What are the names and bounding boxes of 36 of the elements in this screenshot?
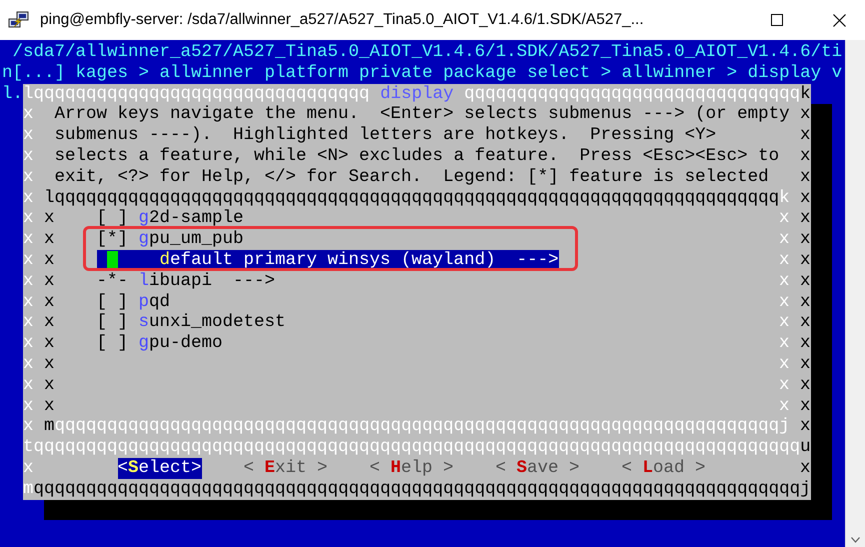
window-title: ping@embfly-server: /sda7/allwinner_a527/A527_Tina5.0_AIOT_V1.4.6/1.SDK/A527_... <box>40 11 645 29</box>
breadcrumb-line: n[...] kages > allwinner platform private package select > allwinner > display v <box>2 62 842 84</box>
box-border: xxxxxxxxxx <box>779 208 790 416</box>
box-border: qqqqqqqqqqqqqqqqqqqqqqqqqqqqqqqq <box>464 84 800 104</box>
box-border: m <box>23 478 34 500</box>
menu-item[interactable]: [ ] g2d-sample <box>96 208 244 230</box>
dialog-button[interactable]: < Help > <box>370 458 454 479</box>
box-border: u <box>800 437 811 458</box>
menu-item[interactable]: [ ] sunxi_modetest <box>96 312 286 334</box>
box-border: tqqqqqqqqqqqqqqqqqqqqqqqqqqqqqqqqqqqqqqqqqqqqqqqqqqqqqqqqqqqqqqqqqqqqqqqqq <box>23 437 800 458</box>
box-border: k <box>779 188 790 208</box>
box-border: k <box>800 84 811 104</box>
box-border: qqqqqqqqqqqqqqqqqqqqqqqqqqqqqqqqqqqqqqqqqqqqqqqqqqqqqqqqqqqqqqqqqqqqqj <box>54 416 790 438</box>
dialog-title: display <box>380 84 454 104</box>
dialog-button[interactable]: < Exit > <box>244 458 328 479</box>
path-line: /sda7/allwinner_a527/A527_Tina5.0_AIOT_V1.4.6/1.SDK/A527_Tina5.0_AIOT_V1.4.6/ti <box>12 42 842 63</box>
dialog-button[interactable]: < Load > <box>622 458 706 479</box>
box-border: qqqqqqqqqqqqqqqqqqqqqqqqqqqqqqqqqqqqqqqqqqqqqqqqqqqqqqqqqqqqqqqqqqqqqqqqqj <box>34 478 811 500</box>
dialog-button[interactable]: <Select> <box>118 458 202 479</box>
box-border: x <box>800 458 810 479</box>
box-border: x <box>23 458 34 479</box>
box-border: m <box>44 416 55 438</box>
scrollbar[interactable] <box>845 40 865 547</box>
scroll-down-icon[interactable] <box>851 537 860 543</box>
dialog-button[interactable]: < Save > <box>496 458 580 479</box>
box-border: lqqqqqqqqqqqqqqqqqqqqqqqqqqqqqqqqqqqqqqqqqqqqqqqqqqqqqqqqqqqqqqqqqqqqq <box>44 188 780 208</box>
text-cursor <box>107 250 118 270</box>
menu-item[interactable]: [*] gpu_um_pub <box>96 229 244 250</box>
menu-item[interactable]: [ ] pqd <box>96 292 170 312</box>
terminal-text: l. <box>2 84 24 104</box>
box-border: lqqqqqqqqqqqqqqqqqqqqqqqqqqqqqqqq <box>23 84 370 104</box>
close-icon <box>832 14 846 26</box>
maximize-icon <box>771 14 783 26</box>
app-icon <box>8 10 30 30</box>
menu-item[interactable]: [ ] gpu-demo <box>96 333 223 354</box>
menu-item[interactable]: -*- libuapi ---> <box>96 270 276 292</box>
